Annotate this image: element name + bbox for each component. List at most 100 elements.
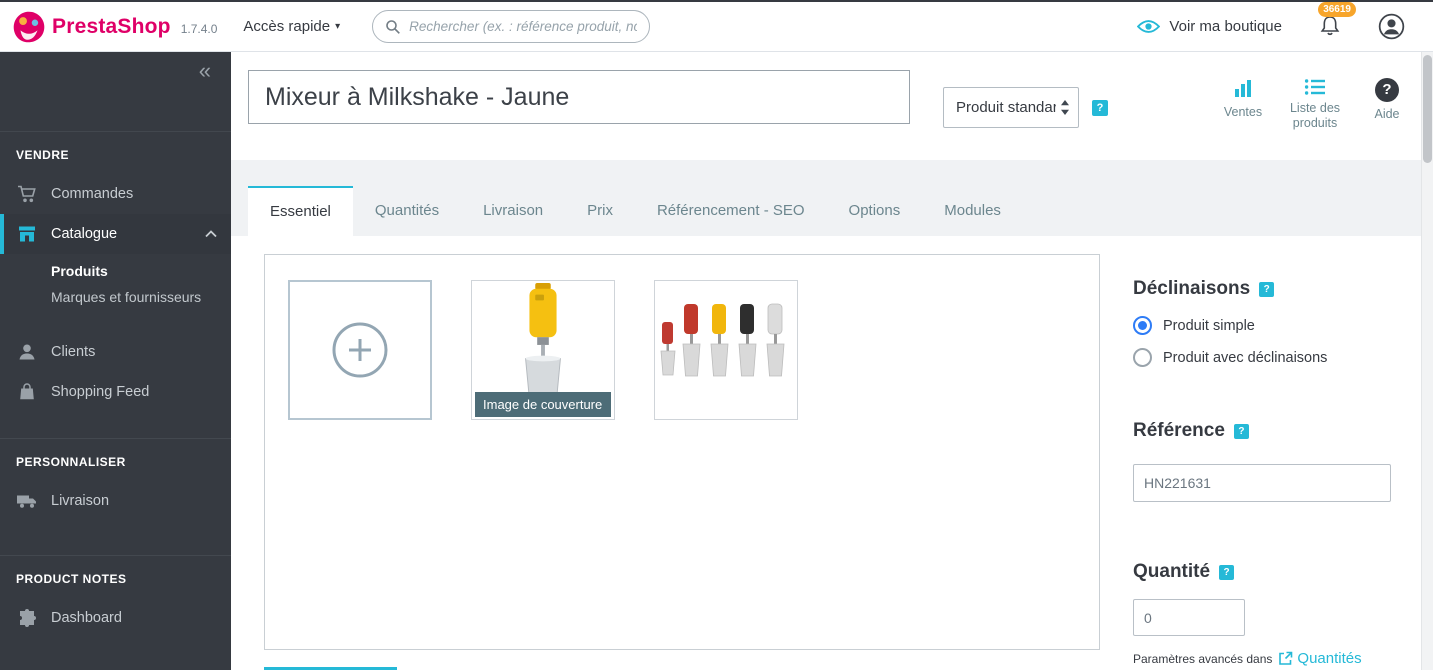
reference-heading: Référence ?: [1133, 420, 1249, 442]
product-type-help-icon[interactable]: ?: [1092, 100, 1108, 116]
yellow-mixer-image: [525, 282, 561, 400]
advanced-settings-row: Paramètres avancés dans Quantités: [1133, 650, 1362, 667]
quick-access-label: Accès rapide: [243, 18, 331, 35]
product-image-group[interactable]: [654, 280, 798, 420]
tab-prix[interactable]: Prix: [565, 186, 635, 236]
prestashop-logo[interactable]: PrestaShop 1.7.4.0: [0, 10, 217, 44]
sidebar-item-clients[interactable]: Clients: [0, 332, 231, 372]
product-name-input[interactable]: [248, 70, 910, 124]
radio-unchecked-icon[interactable]: [1133, 348, 1152, 367]
tab-livraison[interactable]: Livraison: [461, 186, 565, 236]
shopping-bag-icon: [16, 381, 38, 403]
nav-label-shopping-feed: Shopping Feed: [51, 384, 150, 400]
store-icon: [16, 223, 38, 245]
puzzle-icon: [16, 607, 38, 629]
select-arrows-icon: [1060, 99, 1070, 116]
radio-label-declinaisons: Produit avec déclinaisons: [1163, 349, 1328, 366]
product-tabs: Essentiel Quantités Livraison Prix Référ…: [248, 186, 1023, 236]
sidebar-item-catalogue[interactable]: Catalogue: [0, 214, 231, 254]
product-list-label: Liste des produits: [1289, 101, 1341, 130]
nav-label-commandes: Commandes: [51, 186, 134, 202]
sidebar: « VENDRE Commandes Catalogue Produits Ma…: [0, 52, 231, 670]
image-dropzone[interactable]: Image de couverture: [264, 254, 1100, 650]
quantity-help-icon[interactable]: ?: [1219, 564, 1235, 580]
account-avatar[interactable]: [1378, 13, 1405, 40]
bell-icon: [1320, 16, 1340, 36]
product-type-value: Produit standard: [956, 99, 1056, 116]
product-image-cover[interactable]: Image de couverture: [471, 280, 615, 420]
person-icon: [16, 341, 38, 363]
sidebar-item-produits[interactable]: Produits: [0, 258, 231, 284]
declinaisons-title: Déclinaisons: [1133, 278, 1251, 299]
sidebar-item-shopping-feed[interactable]: Shopping Feed: [0, 372, 231, 412]
version-label: 1.7.4.0: [180, 22, 218, 36]
reference-help-icon[interactable]: ?: [1233, 423, 1249, 439]
quick-access-dropdown[interactable]: Accès rapide ▾: [243, 18, 340, 35]
quantity-heading: Quantité ?: [1133, 561, 1235, 583]
cart-icon: [16, 183, 38, 205]
notification-count-badge: 36619: [1318, 2, 1356, 17]
help-button[interactable]: ? Aide: [1365, 78, 1409, 122]
product-list-button[interactable]: Liste des produits: [1283, 78, 1347, 131]
essentiel-panel: Image de couverture Déclinaisons ? Produ…: [231, 236, 1421, 670]
top-header: PrestaShop 1.7.4.0 Accès rapide ▾ Voir m…: [0, 0, 1433, 52]
tab-quantites[interactable]: Quantités: [353, 186, 461, 236]
sidebar-section-vendre: VENDRE Commandes Catalogue Produits Marq…: [0, 132, 231, 412]
add-image-tile[interactable]: [288, 280, 432, 420]
product-header: Produit standard ? Ventes: [231, 52, 1421, 160]
sidebar-section-personnaliser: PERSONNALISER Livraison: [0, 438, 231, 521]
help-circle-icon: ?: [1375, 78, 1399, 102]
quantities-link-label: Quantités: [1297, 650, 1362, 667]
search-input[interactable]: [409, 19, 638, 34]
help-label: Aide: [1374, 107, 1400, 121]
product-tabstrip: Essentiel Quantités Livraison Prix Référ…: [231, 160, 1421, 236]
main-content: Produit standard ? Ventes: [231, 52, 1421, 670]
sales-button[interactable]: Ventes: [1221, 78, 1265, 120]
collapse-sidebar-icon[interactable]: «: [199, 58, 211, 84]
reference-input[interactable]: [1133, 464, 1391, 502]
section-title-personnaliser: PERSONNALISER: [16, 455, 126, 469]
notifications-button[interactable]: 36619: [1318, 2, 1356, 42]
sidebar-item-marques-fournisseurs[interactable]: Marques et fournisseurs: [0, 284, 231, 310]
nav-label-catalogue: Catalogue: [51, 226, 118, 242]
mixers-group-image: [660, 303, 785, 377]
view-shop-label: Voir ma boutique: [1169, 18, 1282, 35]
sidebar-collapse-row: «: [0, 52, 231, 132]
radio-checked-icon[interactable]: [1133, 316, 1152, 335]
nav-label-livraison: Livraison: [51, 493, 110, 509]
quantity-input[interactable]: [1133, 599, 1245, 636]
tab-modules[interactable]: Modules: [922, 186, 1023, 236]
prestashop-logo-icon: [13, 11, 45, 42]
sidebar-item-commandes[interactable]: Commandes: [0, 174, 231, 214]
caret-down-icon: ▾: [335, 21, 341, 32]
product-type-select[interactable]: Produit standard: [943, 87, 1079, 128]
view-shop-link[interactable]: Voir ma boutique: [1137, 18, 1282, 35]
sales-label: Ventes: [1223, 105, 1263, 119]
sidebar-item-dashboard[interactable]: Dashboard: [0, 598, 231, 638]
radio-produit-declinaisons[interactable]: Produit avec déclinaisons: [1133, 348, 1327, 367]
radio-label-simple: Produit simple: [1163, 317, 1255, 334]
truck-icon: [16, 490, 38, 512]
scrollbar-thumb[interactable]: [1423, 55, 1432, 163]
sidebar-item-livraison[interactable]: Livraison: [0, 481, 231, 521]
radio-produit-simple[interactable]: Produit simple: [1133, 316, 1255, 335]
tab-essentiel[interactable]: Essentiel: [248, 186, 353, 236]
bar-chart-icon: [1235, 80, 1251, 97]
scrollbar-track[interactable]: [1421, 52, 1433, 670]
search-icon: [386, 19, 401, 34]
nav-label-clients: Clients: [51, 344, 96, 360]
header-right-group: Voir ma boutique 36619: [1137, 2, 1433, 42]
tab-options[interactable]: Options: [827, 186, 923, 236]
list-icon: [1304, 79, 1325, 95]
declinaisons-help-icon[interactable]: ?: [1259, 281, 1275, 297]
brand-name: PrestaShop: [52, 14, 171, 38]
sidebar-section-product-notes: PRODUCT NOTES Dashboard: [0, 555, 231, 638]
global-search[interactable]: [372, 10, 651, 43]
cover-image-badge: Image de couverture: [475, 392, 611, 417]
quantities-link[interactable]: Quantités: [1278, 650, 1362, 667]
person-circle-icon: [1378, 13, 1405, 40]
section-title-vendre: VENDRE: [16, 148, 70, 162]
tab-seo[interactable]: Référencement - SEO: [635, 186, 827, 236]
reference-title: Référence: [1133, 420, 1225, 441]
declinaisons-heading: Déclinaisons ?: [1133, 278, 1275, 300]
